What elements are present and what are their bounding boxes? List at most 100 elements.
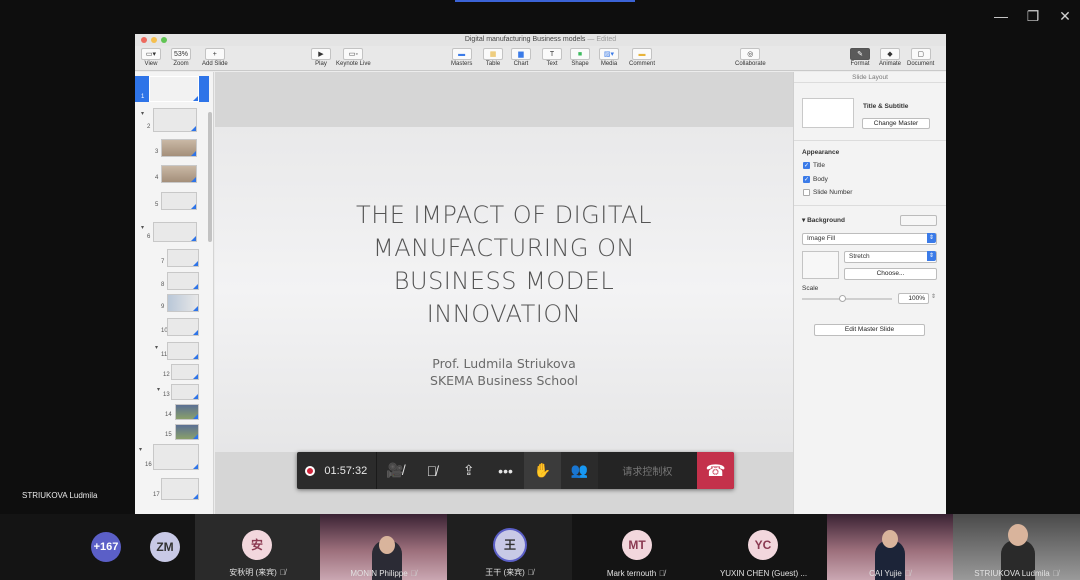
slide-number-checkbox[interactable]: Slide Number — [803, 189, 852, 196]
scale-slider-knob[interactable] — [839, 295, 846, 302]
participant-tile-4[interactable]: MT Mark ternouth 🎙̸ — [572, 514, 700, 580]
slide-thumbnail[interactable] — [167, 318, 199, 336]
participant-tile-zm[interactable]: ZM — [135, 514, 195, 580]
slide-thumbnail-row[interactable]: 2 ▾ — [135, 108, 213, 132]
participant-tile-6[interactable]: CAI Yujie 🎙̸ — [827, 514, 953, 580]
slide-thumbnail-row[interactable]: 5 — [135, 192, 213, 210]
more-actions-button[interactable]: ••• — [487, 452, 524, 489]
disclosure-triangle-icon[interactable]: ▾ — [155, 344, 158, 351]
participants-button[interactable]: 👥 — [561, 452, 598, 489]
slide-thumbnail-row[interactable]: 16 ▾ — [135, 444, 213, 470]
keynote-live-button[interactable]: ▭◦ Keynote Live — [336, 48, 371, 67]
slide-thumbnail[interactable] — [153, 108, 197, 132]
slide-thumbnail[interactable] — [161, 139, 197, 157]
add-slide-button[interactable]: + Add Slide — [202, 48, 228, 67]
participant-tile-2[interactable]: MONIN Philippe 🎙̸ — [320, 514, 447, 580]
slide-thumbnail-row[interactable]: 7 — [135, 249, 213, 267]
collaborate-button[interactable]: ◎ Collaborate — [735, 48, 766, 67]
slide-thumbnail-row[interactable]: 12 — [135, 364, 213, 380]
image-fill-well[interactable] — [802, 251, 839, 279]
document-button[interactable]: ▢ Document — [907, 48, 934, 67]
change-master-button[interactable]: Change Master — [862, 118, 930, 129]
slide-thumbnail-row[interactable]: 14 — [135, 404, 213, 420]
slide-thumbnail[interactable] — [167, 249, 199, 267]
slide-thumbnail-row[interactable]: 13 ▾ — [135, 384, 213, 400]
table-button[interactable]: ▦ Table — [483, 48, 503, 67]
disclosure-triangle-icon[interactable]: ▾ — [141, 110, 144, 117]
shape-button[interactable]: ■ Shape — [570, 48, 590, 67]
mute-button[interactable]: 🎙̸ — [413, 452, 450, 489]
comment-button[interactable]: ▬ Comment — [629, 48, 655, 67]
slide-thumbnail[interactable] — [161, 478, 199, 500]
participant-tile-7[interactable]: STRIUKOVA Ludmila 🎙̸ — [953, 514, 1080, 580]
stepper-icon[interactable]: ⇕ — [931, 293, 936, 300]
title-checkbox[interactable]: ✓ Title — [803, 162, 825, 169]
current-slide[interactable]: THE IMPACT OF DIGITAL MANUFACTURING ON B… — [215, 127, 793, 452]
minimize-dot-icon[interactable] — [151, 37, 157, 43]
chart-button[interactable]: ▆ Chart — [511, 48, 531, 67]
participant-tile-5[interactable]: YC YUXIN CHEN (Guest) ... — [700, 514, 827, 580]
slide-thumbnail-row[interactable]: 11 ▾ — [135, 342, 213, 360]
play-button[interactable]: ▶ Play — [311, 48, 331, 67]
participant-tile-3[interactable]: 王 王干 (来宾) 🎙̸ — [447, 514, 572, 580]
zoom-button[interactable]: 53% Zoom — [171, 48, 192, 67]
slide-navigator[interactable]: 1 2 ▾ 3 4 5 6 ▾ 7 8 9 10 11 ▾ 12 13 ▾ 14 15 16 ▾ 17 — [135, 72, 214, 514]
slide-thumbnail-row[interactable]: 3 — [135, 139, 213, 157]
disclosure-triangle-icon[interactable]: ▾ — [141, 224, 144, 231]
build-indicator-icon — [193, 261, 198, 266]
raise-hand-button[interactable]: ✋ — [523, 452, 561, 489]
camera-off-button[interactable]: 🎥̸ — [377, 452, 414, 489]
edit-master-slide-button[interactable]: Edit Master Slide — [814, 324, 925, 336]
view-button[interactable]: ▭▾ View — [141, 48, 161, 67]
slide-thumbnail[interactable] — [149, 76, 199, 102]
background-heading[interactable]: ▾ Background — [802, 216, 845, 224]
disclosure-triangle-icon[interactable]: ▾ — [157, 386, 160, 393]
disclosure-triangle-icon[interactable]: ▾ — [139, 446, 142, 453]
animate-button[interactable]: ◆ Animate — [879, 48, 901, 67]
choose-button[interactable]: Choose... — [844, 268, 937, 280]
overflow-participants[interactable]: +167 — [80, 514, 135, 580]
slide-thumbnail[interactable] — [167, 272, 199, 290]
slide-thumbnail[interactable] — [175, 424, 199, 440]
slide-thumbnail-row[interactable]: 9 — [135, 294, 213, 312]
close-dot-icon[interactable] — [141, 37, 147, 43]
slide-thumbnail-row[interactable]: 4 — [135, 165, 213, 183]
slide-thumbnail-row[interactable]: 6 ▾ — [135, 222, 213, 242]
background-color-well[interactable] — [900, 215, 937, 226]
format-inspector: Slide Layout Title & Subtitle Change Mas… — [793, 72, 946, 514]
masters-button[interactable]: ▬ Masters — [451, 48, 472, 67]
format-button[interactable]: ✎ Format — [850, 48, 870, 67]
slide-thumbnail[interactable] — [153, 444, 199, 470]
slide-thumbnail[interactable] — [171, 384, 199, 400]
slide-thumbnail-row[interactable]: 1 — [135, 76, 209, 102]
slide-thumbnail[interactable] — [167, 294, 199, 312]
share-tray-icon: ⇪ — [462, 462, 475, 478]
hang-up-button[interactable]: ☎ — [697, 452, 734, 489]
build-indicator-icon — [191, 236, 196, 241]
slide-thumbnail[interactable] — [161, 192, 197, 210]
slide-thumbnail[interactable] — [161, 165, 197, 183]
body-checkbox[interactable]: ✓ Body — [803, 176, 828, 183]
close-icon[interactable]: ✕ — [1056, 8, 1074, 25]
slide-thumbnail-row[interactable]: 15 — [135, 424, 213, 440]
scale-field[interactable]: 100% — [898, 293, 929, 304]
slide-thumbnail[interactable] — [153, 222, 197, 242]
slide-thumbnail-row[interactable]: 10 — [135, 318, 213, 336]
request-control-button[interactable]: 请求控制权 — [597, 452, 698, 489]
slide-thumbnail-row[interactable]: 8 — [135, 272, 213, 290]
participant-tile-1[interactable]: 安 安秋明 (来宾) 🎙̸ — [195, 514, 320, 580]
stretch-select[interactable]: Stretch — [844, 251, 937, 263]
minimize-icon[interactable]: — — [992, 8, 1010, 25]
share-screen-button[interactable]: ⇪ — [450, 452, 487, 489]
slide-canvas[interactable]: THE IMPACT OF DIGITAL MANUFACTURING ON B… — [215, 72, 793, 514]
scale-slider[interactable] — [802, 298, 892, 300]
slide-thumbnail[interactable] — [175, 404, 199, 420]
media-button[interactable]: ▨▾ Media — [599, 48, 619, 67]
restore-icon[interactable]: ❐ — [1024, 8, 1042, 25]
slide-thumbnail-row[interactable]: 17 — [135, 478, 213, 500]
slide-thumbnail[interactable] — [171, 364, 199, 380]
fill-type-select[interactable]: Image Fill — [802, 233, 937, 245]
slide-thumbnail[interactable] — [167, 342, 199, 360]
zoom-dot-icon[interactable] — [161, 37, 167, 43]
text-button[interactable]: T Text — [542, 48, 562, 67]
